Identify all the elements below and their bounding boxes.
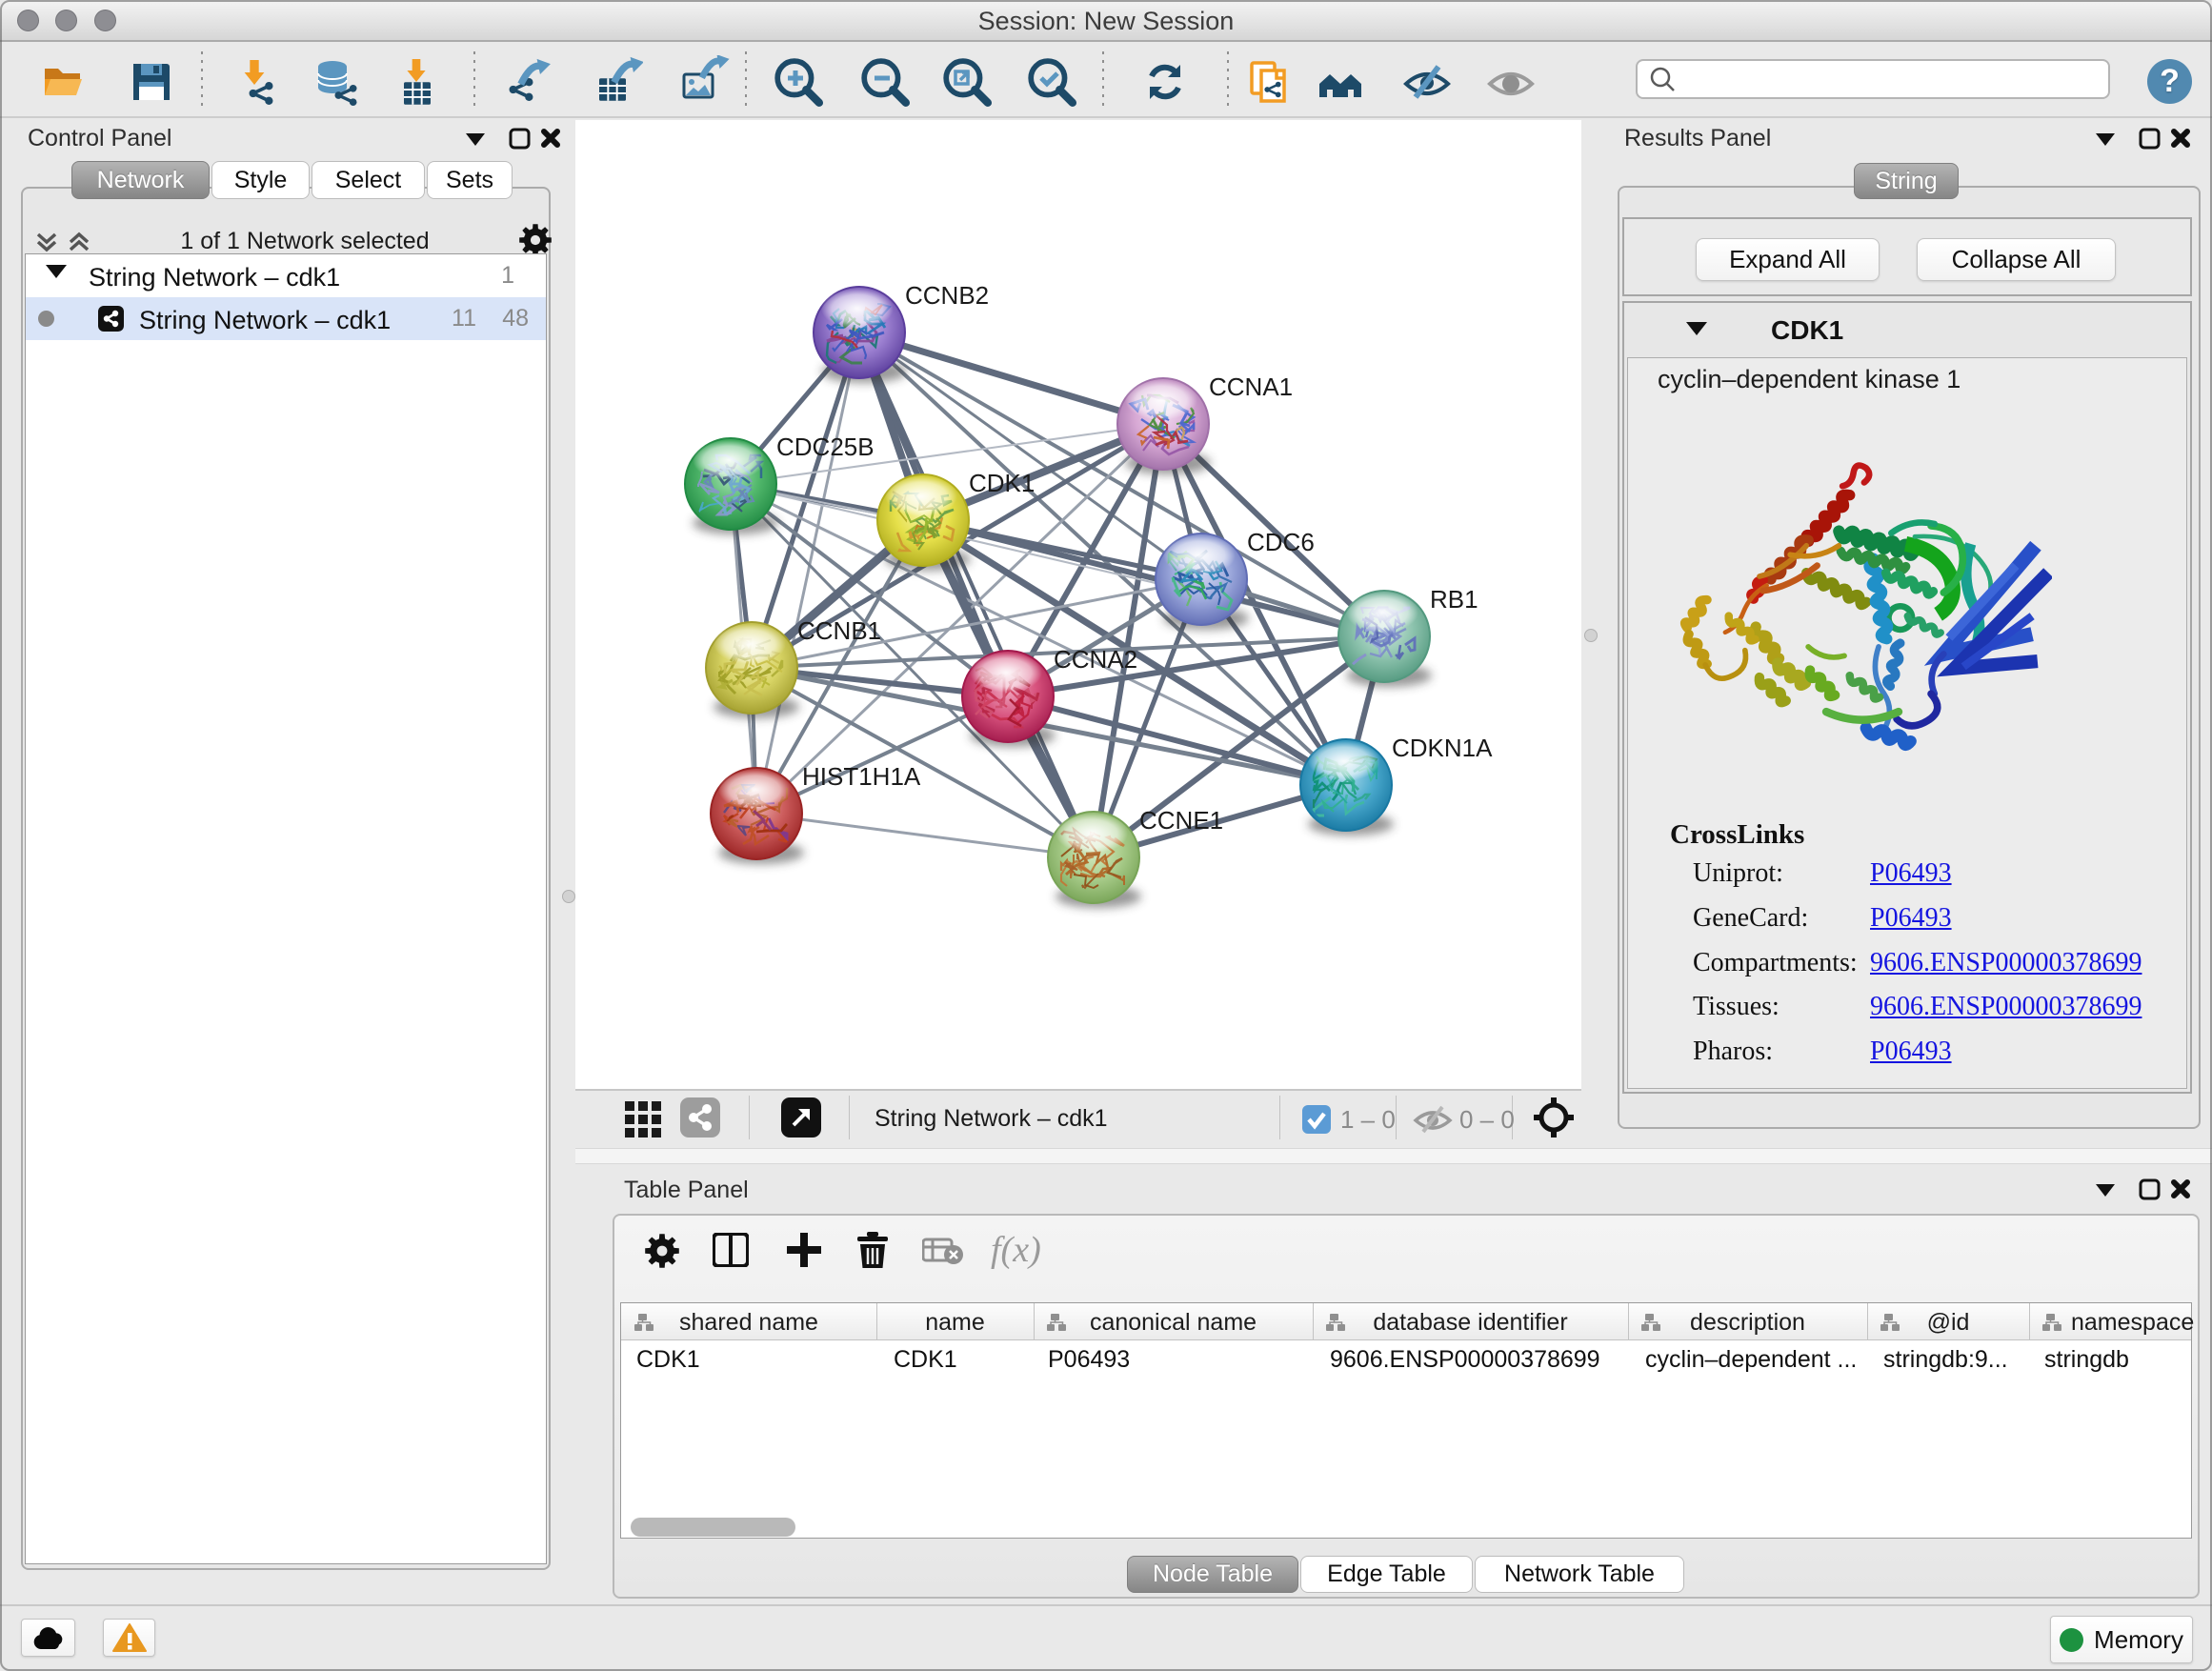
svg-text:CDKN1A: CDKN1A: [1392, 734, 1493, 762]
svg-text:CCNB1: CCNB1: [797, 616, 881, 645]
svg-text:RB1: RB1: [1430, 585, 1478, 614]
svg-text:CCNA1: CCNA1: [1209, 372, 1293, 401]
svg-text:CCNE1: CCNE1: [1139, 806, 1223, 835]
svg-text:CDK1: CDK1: [969, 469, 1035, 497]
svg-text:CDC6: CDC6: [1247, 528, 1315, 556]
svg-text:CCNB2: CCNB2: [905, 281, 989, 310]
svg-text:CDC25B: CDC25B: [776, 433, 875, 461]
svg-text:HIST1H1A: HIST1H1A: [802, 762, 921, 791]
svg-text:CCNA2: CCNA2: [1054, 645, 1137, 674]
